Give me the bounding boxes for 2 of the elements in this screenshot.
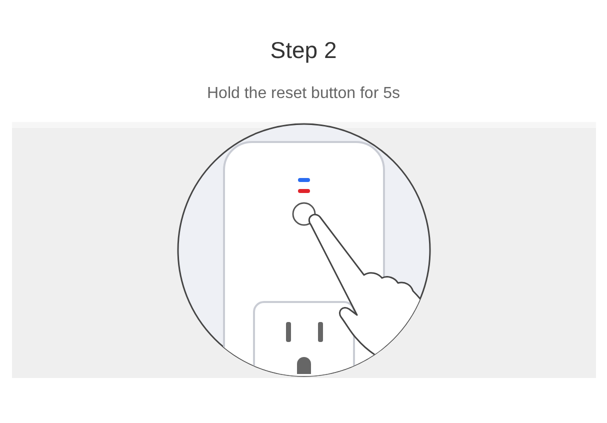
instruction-text: Hold the reset button for 5s: [207, 84, 400, 104]
step-title: Step 2: [270, 36, 337, 64]
